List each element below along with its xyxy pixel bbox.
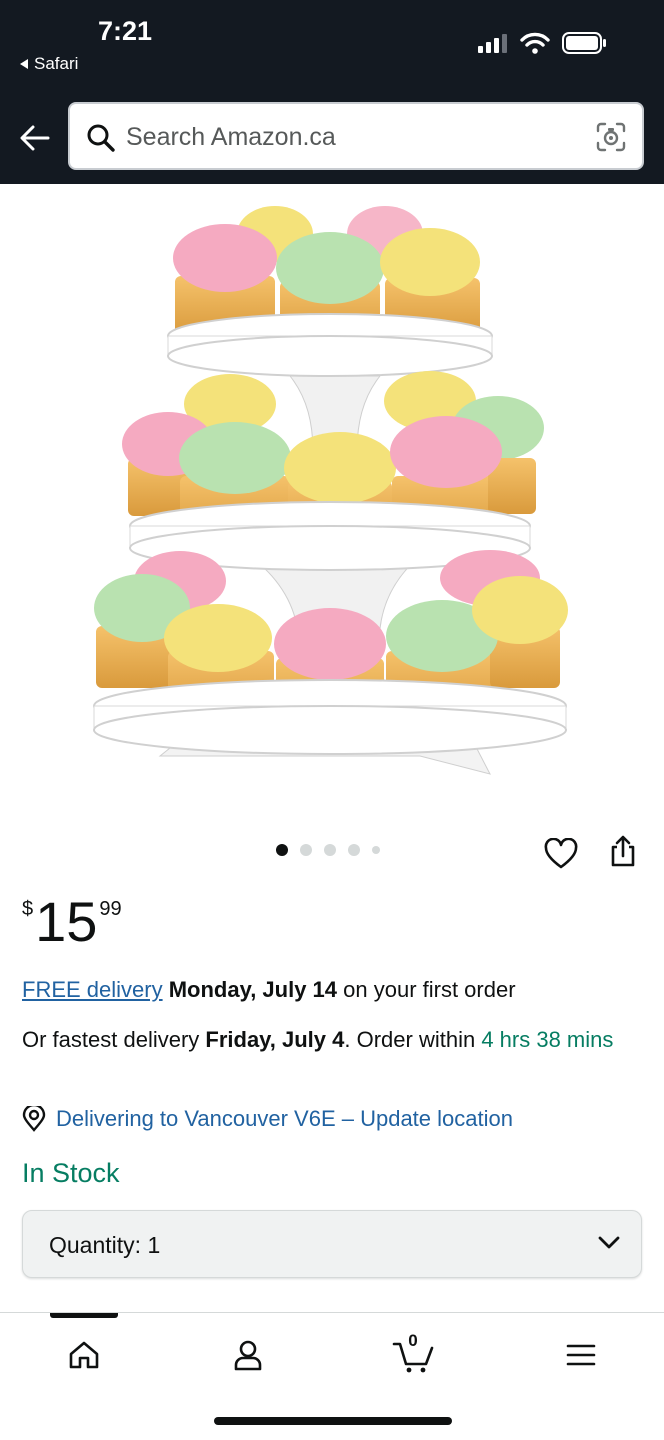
wifi-icon — [520, 32, 550, 54]
active-tab-indicator — [50, 1313, 118, 1318]
quantity-selector[interactable]: Quantity: 1 — [22, 1210, 642, 1278]
nav-cart[interactable]: 0 — [390, 1331, 438, 1377]
carousel-dot-2[interactable] — [300, 844, 312, 856]
price-currency: $ — [22, 898, 34, 920]
menu-icon — [566, 1344, 596, 1366]
location-pin-icon — [22, 1106, 46, 1132]
back-to-safari[interactable]: Safari — [20, 54, 78, 74]
search-bar[interactable] — [68, 102, 644, 170]
home-indicator — [214, 1417, 452, 1425]
order-countdown: 4 hrs 38 mins — [481, 1027, 614, 1052]
free-delivery-line: FREE delivery Monday, July 14 on your fi… — [22, 974, 516, 1005]
back-arrow-icon[interactable] — [18, 122, 52, 154]
account-icon — [234, 1340, 262, 1371]
back-app-label: Safari — [34, 54, 79, 73]
nav-account[interactable] — [224, 1333, 272, 1377]
price-cents: 99 — [99, 898, 122, 920]
quantity-value: 1 — [147, 1232, 161, 1258]
wishlist-heart-icon[interactable] — [544, 838, 578, 870]
fast-delivery-mid: . Order within — [344, 1027, 482, 1052]
back-triangle-icon — [20, 59, 28, 69]
fast-delivery-prefix: Or fastest delivery — [22, 1027, 206, 1052]
carousel-dot-4[interactable] — [348, 844, 360, 856]
home-icon — [69, 1341, 99, 1369]
cellular-signal-icon — [478, 34, 507, 53]
header: 7:21 Safari — [0, 0, 664, 184]
free-delivery-suffix: on your first order — [337, 977, 516, 1002]
cart-count: 0 — [408, 1331, 418, 1350]
camera-lens-icon[interactable] — [596, 122, 626, 152]
carousel-dot-1[interactable] — [276, 844, 288, 856]
quantity-label: Quantity: 1 — [49, 1232, 161, 1258]
free-delivery-date: Monday, July 14 — [168, 977, 338, 1002]
carousel-dot-3[interactable] — [324, 844, 336, 856]
product-price: $ 15 99 — [22, 890, 122, 954]
search-input[interactable] — [126, 122, 566, 152]
delivery-location-text[interactable]: Delivering to Vancouver V6E – Update loc… — [56, 1106, 513, 1132]
image-carousel-dots[interactable] — [276, 844, 380, 856]
nav-menu[interactable] — [557, 1333, 605, 1377]
free-delivery-link[interactable]: FREE delivery — [22, 977, 163, 1002]
price-whole: 15 — [35, 890, 98, 953]
share-icon[interactable] — [608, 834, 638, 868]
chevron-down-icon — [598, 1236, 620, 1249]
stock-status: In Stock — [22, 1158, 120, 1188]
search-icon — [87, 124, 115, 152]
fastest-delivery-line: Or fastest delivery Friday, July 4. Orde… — [22, 1024, 622, 1055]
status-time: 7:21 — [98, 16, 153, 46]
delivery-location[interactable]: Delivering to Vancouver V6E – Update loc… — [22, 1106, 513, 1132]
nav-home[interactable] — [60, 1333, 108, 1377]
battery-icon — [562, 32, 606, 54]
fast-delivery-date: Friday, July 4 — [205, 1027, 345, 1052]
product-image[interactable] — [80, 196, 580, 786]
carousel-dot-5[interactable] — [372, 846, 380, 854]
status-icons — [478, 32, 608, 54]
